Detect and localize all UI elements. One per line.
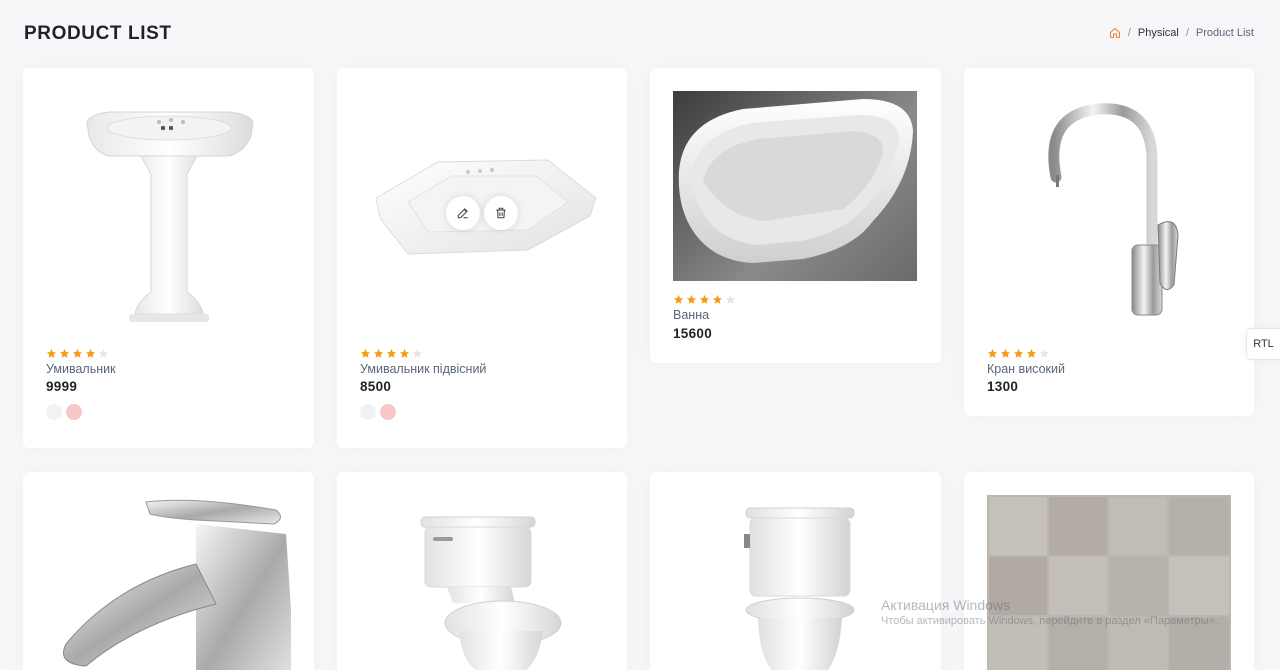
pedestal-sink-illustration xyxy=(85,111,254,322)
star-icon xyxy=(85,348,96,358)
tall-faucet-illustration xyxy=(1048,103,1179,316)
star-icon xyxy=(386,348,397,358)
star-icon xyxy=(987,348,998,358)
page-title: PRODUCT LIST xyxy=(24,23,172,44)
product-image-wall-sink[interactable] xyxy=(360,90,605,330)
color-swatch-pink[interactable] xyxy=(66,404,82,420)
page-header: PRODUCT LIST / Physical / Product List xyxy=(0,0,1280,68)
product-image-bathtub[interactable] xyxy=(673,91,917,281)
color-swatches xyxy=(360,404,396,420)
star-empty-icon xyxy=(98,348,109,358)
toilet-illustration xyxy=(420,516,561,670)
star-icon xyxy=(699,294,710,304)
classic-toilet-illustration xyxy=(744,507,855,670)
star-icon xyxy=(59,348,70,358)
product-card[interactable]: Кран високий 1300 xyxy=(964,68,1254,416)
edit-product-button[interactable] xyxy=(446,196,480,230)
product-name[interactable]: Умивальник підвісний xyxy=(360,362,486,376)
color-swatch-light[interactable] xyxy=(46,404,62,420)
delete-product-button[interactable] xyxy=(484,196,518,230)
wall-sink-illustration xyxy=(374,159,597,255)
product-card[interactable] xyxy=(964,472,1254,670)
rating-stars xyxy=(987,348,1050,359)
product-name[interactable]: Ванна xyxy=(673,308,709,322)
product-image-basin-faucet[interactable] xyxy=(46,494,291,670)
product-card[interactable] xyxy=(23,472,314,670)
breadcrumb: / Physical / Product List xyxy=(1109,27,1254,39)
product-card[interactable]: Умивальник підвісний 8500 xyxy=(337,68,627,448)
product-image-pedestal-sink[interactable] xyxy=(46,90,291,330)
watermark-title: Активация Windows xyxy=(881,597,1011,613)
product-price: 9999 xyxy=(46,379,78,394)
marble-tile-illustration xyxy=(987,495,1231,670)
breadcrumb-item-physical[interactable]: Physical xyxy=(1138,27,1179,39)
product-card[interactable] xyxy=(650,472,941,670)
breadcrumb-separator: / xyxy=(1127,27,1131,39)
color-swatch-light[interactable] xyxy=(360,404,376,420)
product-card[interactable]: Умивальник 9999 xyxy=(23,68,314,448)
product-card[interactable] xyxy=(337,472,627,670)
star-icon xyxy=(399,348,410,358)
star-icon xyxy=(72,348,83,358)
watermark-subtitle: Чтобы активировать Windows, перейдите в … xyxy=(881,615,1218,627)
star-icon xyxy=(673,294,684,304)
star-empty-icon xyxy=(1039,348,1050,358)
home-icon[interactable] xyxy=(1109,27,1121,39)
bathtub-illustration xyxy=(678,99,913,263)
rating-stars xyxy=(46,348,109,359)
star-icon xyxy=(712,294,723,304)
rating-stars xyxy=(360,348,423,359)
star-icon xyxy=(373,348,384,358)
product-image-tall-faucet[interactable] xyxy=(987,90,1231,330)
star-empty-icon xyxy=(412,348,423,358)
star-empty-icon xyxy=(725,294,736,304)
breadcrumb-separator: / xyxy=(1185,27,1189,39)
product-name[interactable]: Умивальник xyxy=(46,362,116,376)
star-icon xyxy=(1000,348,1011,358)
trash-icon xyxy=(496,207,506,219)
color-swatches xyxy=(46,404,82,420)
product-price: 8500 xyxy=(360,379,392,394)
color-swatch-pink[interactable] xyxy=(380,404,396,420)
product-image-marble-tile[interactable] xyxy=(987,495,1231,670)
star-icon xyxy=(1013,348,1024,358)
star-icon xyxy=(1026,348,1037,358)
product-image-classic-toilet[interactable] xyxy=(673,494,917,670)
rtl-toggle-button[interactable]: RTL xyxy=(1246,328,1280,360)
product-price: 15600 xyxy=(673,326,713,341)
star-icon xyxy=(686,294,697,304)
star-icon xyxy=(360,348,371,358)
rating-stars xyxy=(673,294,736,305)
product-image-toilet[interactable] xyxy=(360,494,605,670)
breadcrumb-item-product-list: Product List xyxy=(1195,27,1254,39)
edit-icon xyxy=(457,208,468,219)
star-icon xyxy=(46,348,57,358)
windows-activation-watermark: Активация Windows Чтобы активировать Win… xyxy=(881,597,1218,627)
product-card[interactable]: Ванна 15600 xyxy=(650,68,941,363)
basin-faucet-illustration xyxy=(63,499,291,670)
product-name[interactable]: Кран високий xyxy=(987,362,1065,376)
product-price: 1300 xyxy=(987,379,1019,394)
